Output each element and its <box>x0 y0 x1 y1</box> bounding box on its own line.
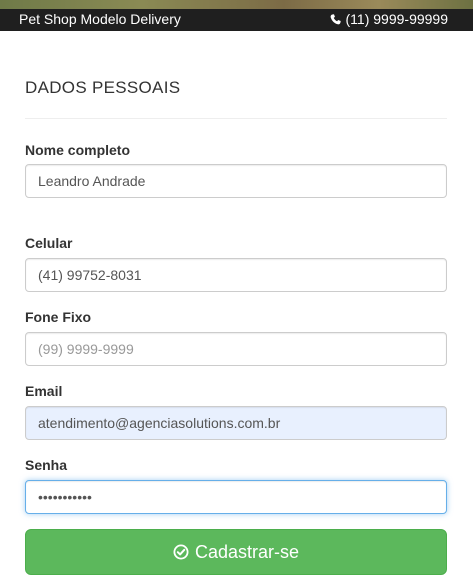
section-divider <box>25 118 447 119</box>
mobile-input[interactable] <box>25 258 447 292</box>
mobile-label: Celular <box>25 235 73 251</box>
email-input[interactable] <box>25 406 447 440</box>
phone-icon <box>330 13 341 24</box>
landline-input[interactable] <box>25 332 447 366</box>
landline-label: Fone Fixo <box>25 309 92 325</box>
header-photo-strip <box>0 0 473 9</box>
name-input[interactable] <box>25 164 447 198</box>
register-button[interactable]: Cadastrar-se <box>25 529 447 575</box>
phone-number: (11) 9999-99999 <box>345 11 448 27</box>
section-title: DADOS PESSOAIS <box>25 78 181 97</box>
name-label: Nome completo <box>25 142 131 158</box>
email-label: Email <box>25 383 63 399</box>
password-input[interactable] <box>25 480 447 514</box>
password-label: Senha <box>25 457 68 473</box>
phone-contact[interactable]: (11) 9999-99999 <box>330 11 448 27</box>
shop-name: Pet Shop Modelo Delivery <box>19 11 181 27</box>
register-button-label: Cadastrar-se <box>194 541 300 562</box>
check-circle-icon <box>173 544 189 560</box>
top-bar: Pet Shop Modelo Delivery (11) 9999-99999 <box>0 0 473 31</box>
